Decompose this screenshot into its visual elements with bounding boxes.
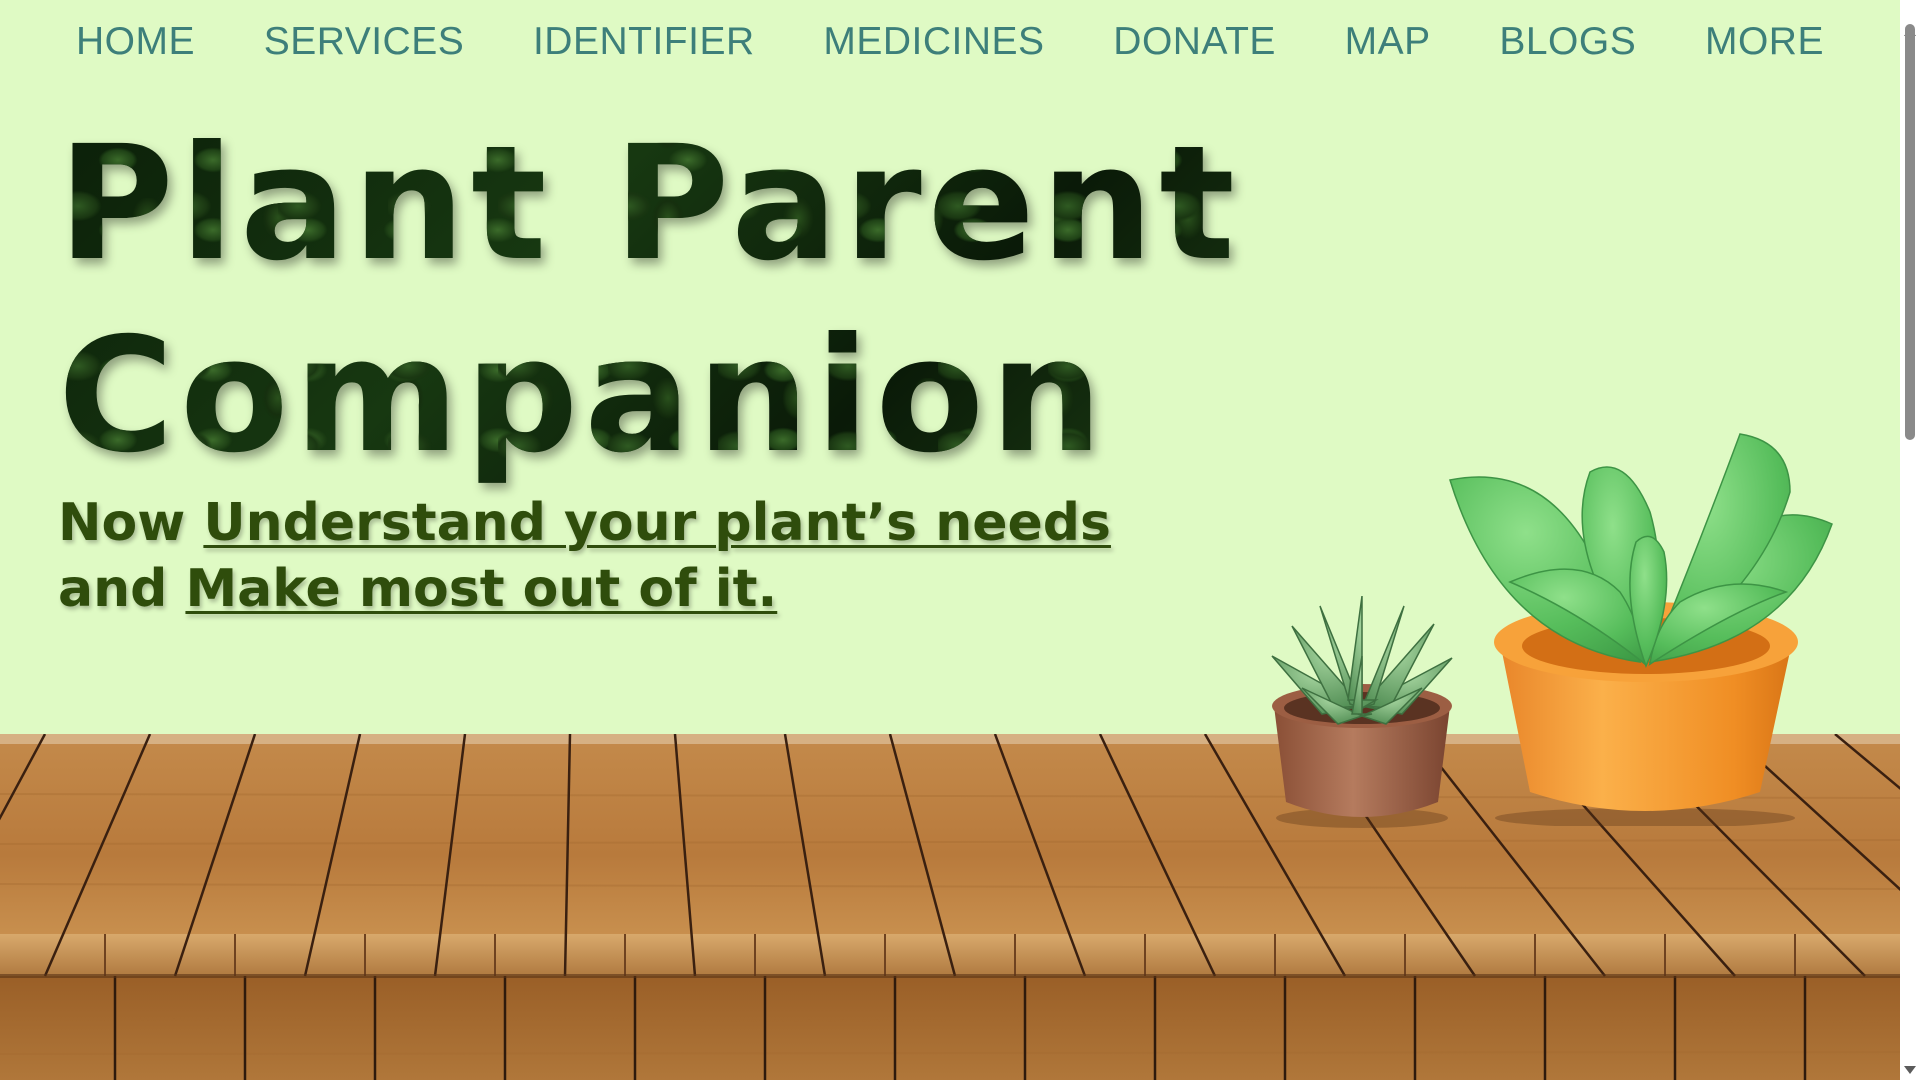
nav-services-link[interactable]: SERVICES — [264, 20, 465, 64]
nav-medicines-link[interactable]: MEDICINES — [823, 20, 1044, 64]
nav-more-link[interactable]: MORE — [1705, 20, 1824, 64]
nav-map-link[interactable]: MAP — [1345, 20, 1431, 64]
hero-tagline: Now Understand your plant’s needs and Ma… — [58, 490, 1111, 622]
tagline-prefix-and: and — [58, 559, 186, 619]
page: HOME SERVICES IDENTIFIER MEDICINES DONAT… — [0, 0, 1920, 1080]
hero-title-line-1: Plant Parent — [58, 112, 1241, 296]
tagline-prefix-now: Now — [58, 493, 204, 553]
succulent-plant-image — [1262, 595, 1462, 832]
scroll-down-arrow-icon[interactable] — [1904, 1066, 1916, 1074]
nav-identifier-link[interactable]: IDENTIFIER — [533, 20, 755, 64]
understand-needs-link[interactable]: Understand your plant’s needs — [203, 493, 1111, 553]
scroll-thumb[interactable] — [1905, 24, 1915, 440]
make-most-link[interactable]: Make most out of it. — [185, 559, 777, 619]
orange-pot-plant-image — [1440, 432, 1840, 828]
main-nav: HOME SERVICES IDENTIFIER MEDICINES DONAT… — [76, 20, 1824, 64]
vertical-scrollbar[interactable] — [1900, 0, 1920, 1080]
nav-blogs-link[interactable]: BLOGS — [1499, 20, 1636, 64]
nav-donate-link[interactable]: DONATE — [1113, 20, 1276, 64]
hero-title-line-2: Companion — [58, 304, 1109, 488]
nav-home-link[interactable]: HOME — [76, 20, 195, 64]
hero-title: Plant Parent Companion — [58, 108, 1241, 492]
